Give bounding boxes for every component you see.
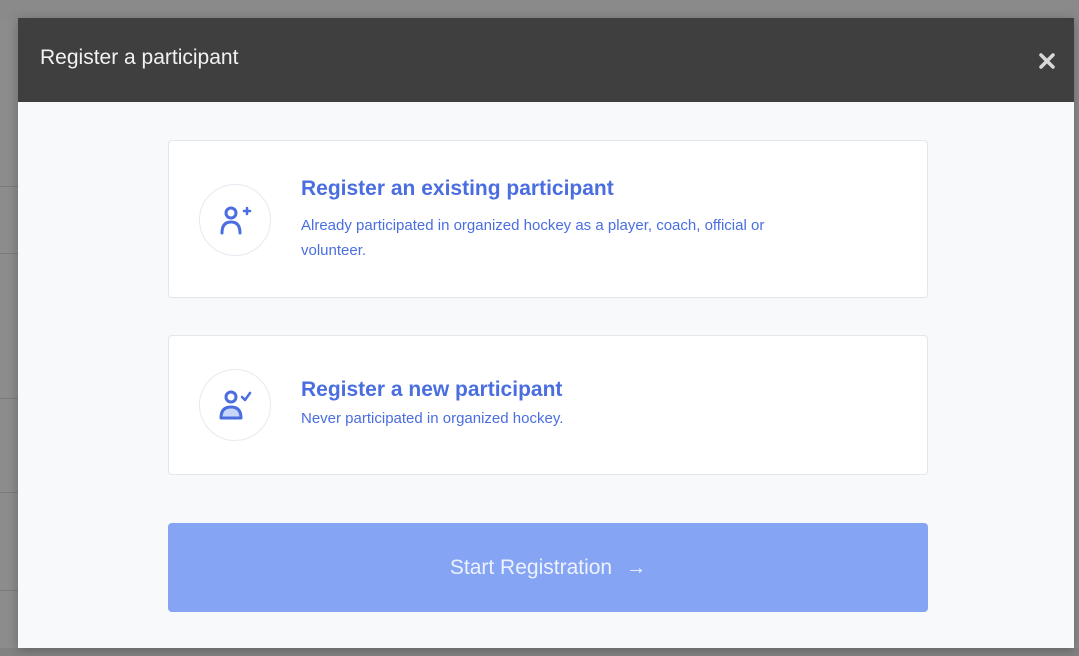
icon-badge [199, 184, 271, 256]
modal-title: Register a participant [40, 46, 239, 69]
close-button[interactable] [1034, 48, 1060, 74]
option-new-participant[interactable]: Register a new participant Never partici… [168, 335, 928, 475]
start-registration-label: Start Registration [449, 556, 613, 579]
modal-header: Register a participant [18, 18, 1074, 102]
option-title: Register a new participant [301, 378, 563, 401]
background-bottom-bar [0, 648, 1079, 656]
arrow-right-icon: → [626, 557, 647, 579]
close-icon [1039, 53, 1055, 69]
background-divider [0, 398, 18, 399]
user-add-icon [220, 206, 252, 235]
option-existing-participant[interactable]: Register an existing participant Already… [168, 140, 928, 298]
register-participant-modal: Register a participant Register an exist… [18, 18, 1074, 648]
icon-badge [199, 369, 271, 441]
option-title: Register an existing participant [301, 177, 614, 200]
background-divider [0, 186, 18, 187]
start-registration-button[interactable]: Start Registration → [168, 523, 928, 612]
background-divider [0, 492, 18, 493]
background-divider [0, 253, 18, 254]
option-description: Never participated in organized hockey. [301, 410, 564, 427]
option-description: Already participated in organized hockey… [301, 217, 765, 259]
background-left-strip [0, 20, 18, 656]
user-check-icon [219, 390, 252, 420]
background-divider [0, 590, 18, 591]
